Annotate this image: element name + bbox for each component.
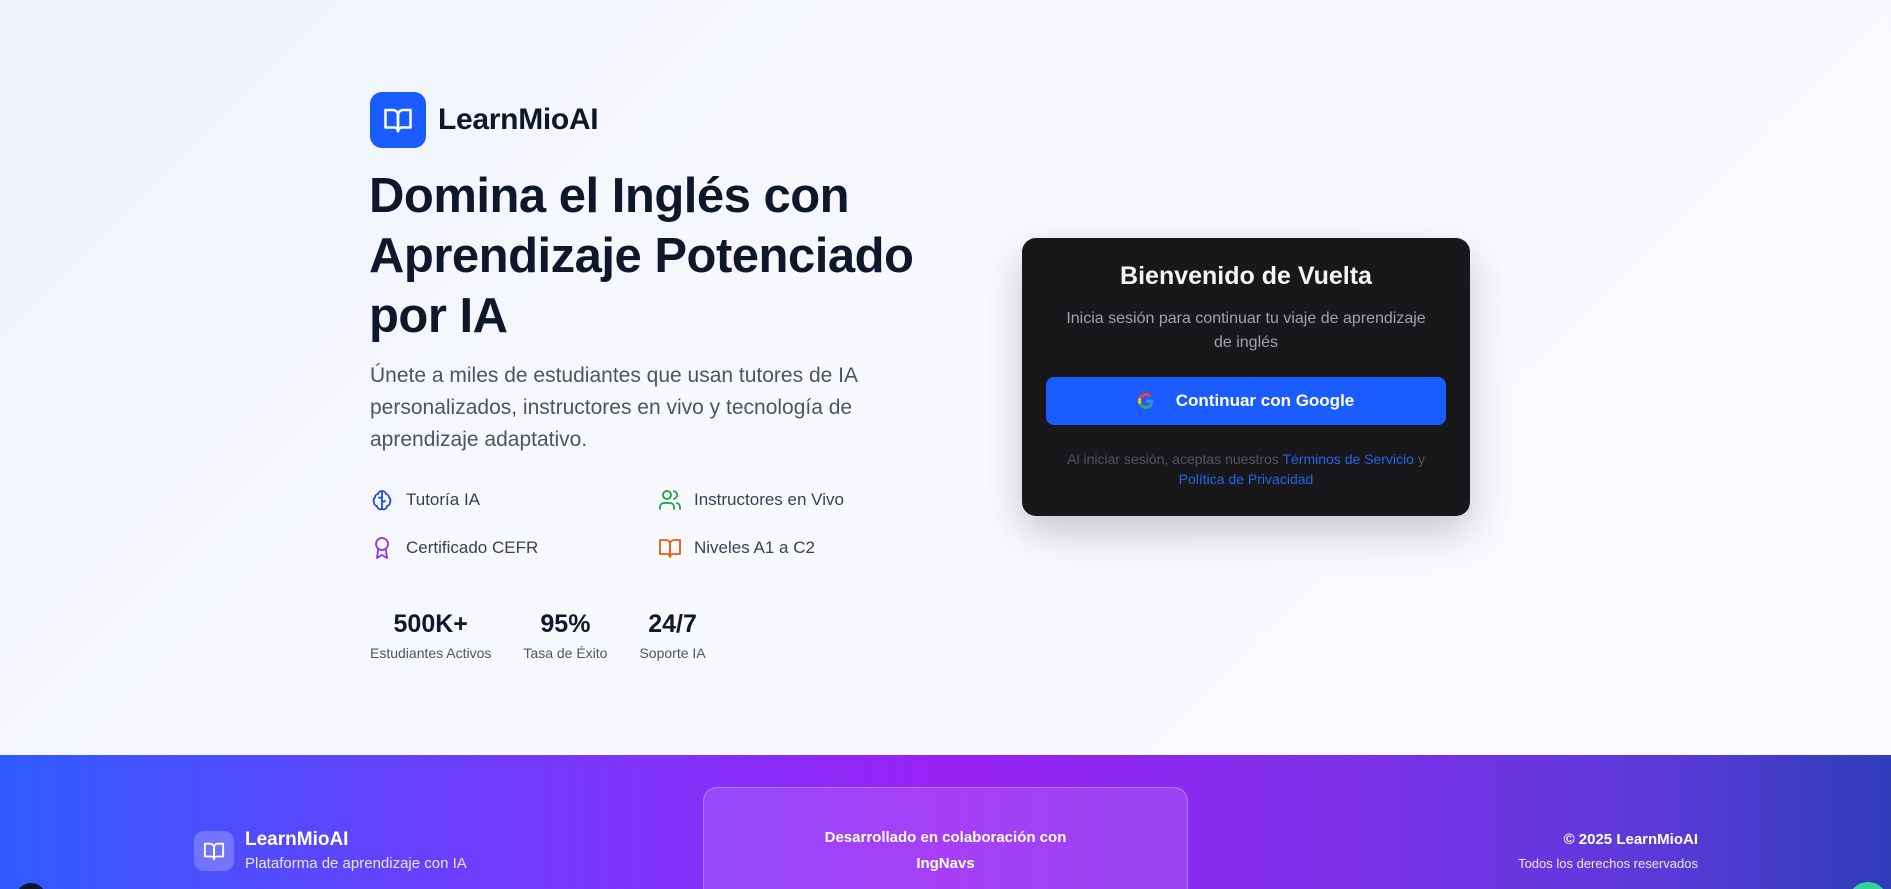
hero-subtext: Únete a miles de estudiantes que usan tu… [370, 364, 857, 451]
login-card: Bienvenido de Vuelta Inicia sesión para … [1022, 238, 1470, 516]
footer-legal: © 2025 LearnMioAI Todos los derechos res… [1518, 831, 1698, 871]
stat-label: Tasa de Éxito [523, 645, 608, 661]
brand-name: LearnMioAI [438, 103, 599, 136]
feature-label: Niveles A1 a C2 [694, 538, 815, 557]
stat-item: 24/7 Soporte IA [639, 610, 705, 661]
stat-value: 500K+ [393, 610, 468, 638]
collaboration-box: Desarrollado en colaboración con IngNavs [703, 787, 1188, 889]
rights-text: Todos los derechos reservados [1518, 856, 1698, 871]
book-logo-icon [370, 92, 426, 148]
collab-line: Desarrollado en colaboración con [824, 829, 1067, 846]
brand[interactable]: LearnMioAI [370, 92, 599, 148]
stats-row: 500K+ Estudiantes Activos 95% Tasa de Éx… [370, 610, 738, 661]
book-open-icon [659, 539, 681, 558]
login-subtitle: Inicia sesión para continuar tu viaje de… [1066, 310, 1426, 351]
stat-value: 95% [540, 610, 591, 638]
stat-item: 95% Tasa de Éxito [523, 610, 607, 661]
collab-partner[interactable]: IngNavs [704, 855, 1187, 872]
legal-text: Al iniciar sesión, aceptas nuestros Térm… [1046, 449, 1446, 489]
book-logo-icon [194, 830, 234, 871]
feature-item-cefr-certificate: Certificado CEFR [370, 536, 538, 560]
feature-item-levels: Niveles A1 a C2 [658, 536, 815, 560]
google-button-label: Continuar con Google [1175, 391, 1355, 410]
feature-label: Certificado CEFR [406, 538, 539, 557]
privacy-link[interactable]: Política de Privacidad [1179, 471, 1314, 487]
login-title: Bienvenido de Vuelta [1120, 262, 1372, 290]
footer-tagline: Plataforma de aprendizaje con IA [245, 855, 467, 872]
stat-label: Soporte IA [639, 645, 706, 661]
award-icon [375, 537, 389, 559]
feature-item-live-instructors: Instructores en Vivo [658, 488, 844, 512]
floating-chat-button[interactable] [1848, 882, 1888, 889]
legal-and: y [1417, 451, 1425, 467]
hero-headline: Domina el Inglés con Aprendizaje Potenci… [369, 169, 914, 343]
google-signin-button[interactable]: Continuar con Google [1046, 377, 1446, 425]
google-icon [1137, 393, 1154, 409]
feature-label: Tutoría IA [406, 490, 481, 509]
stat-label: Estudiantes Activos [370, 645, 492, 661]
terms-link[interactable]: Términos de Servicio [1282, 451, 1414, 467]
stat-value: 24/7 [648, 610, 697, 638]
footer-brand[interactable]: LearnMioAI Plataforma de aprendizaje con… [194, 829, 467, 872]
users-icon [659, 490, 681, 510]
legal-prefix: Al iniciar sesión, aceptas nuestros [1067, 451, 1279, 467]
footer: LearnMioAI Plataforma de aprendizaje con… [0, 755, 1891, 889]
brain-icon [372, 490, 392, 511]
hero-section: LearnMioAI Domina el Inglés con Aprendiz… [0, 0, 1891, 755]
stat-item: 500K+ Estudiantes Activos [370, 610, 491, 661]
copyright: © 2025 LearnMioAI [1563, 831, 1698, 848]
feature-label: Instructores en Vivo [694, 490, 844, 509]
footer-brand-name: LearnMioAI [245, 829, 349, 850]
floating-button-left[interactable] [16, 883, 46, 889]
feature-item-ai-tutoring: Tutoría IA [370, 488, 480, 512]
